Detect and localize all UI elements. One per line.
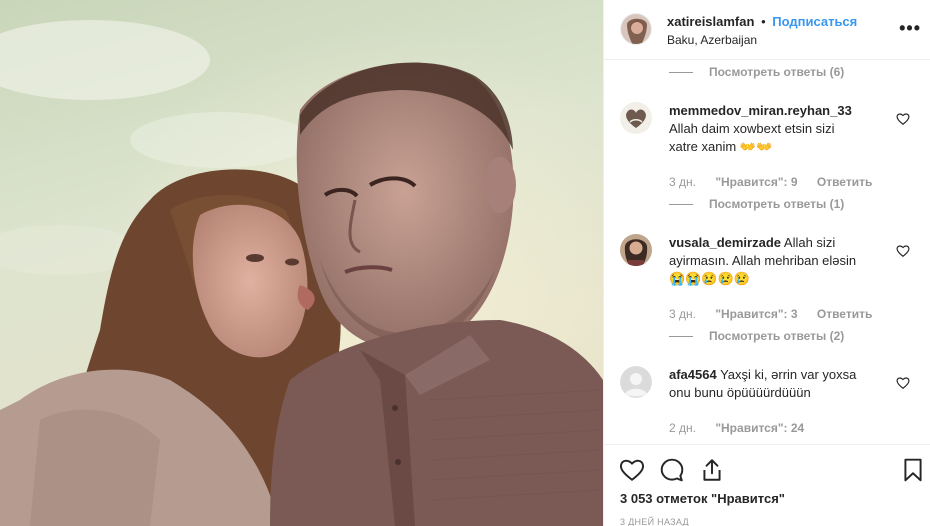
comment-line: onu bunu öpüüüürdüüün xyxy=(669,385,811,400)
post-location[interactable]: Baku, Azerbaijan xyxy=(667,33,757,47)
like-count[interactable]: 3 053 отметок "Нравится" xyxy=(620,491,785,506)
comment-line: ayirmasın. Allah mehriban eləsin xyxy=(669,253,857,268)
comment-age[interactable]: 3 дн. xyxy=(669,307,696,321)
comment-likes[interactable]: "Нравится": 3 xyxy=(715,307,797,321)
comment-line: Allah sizi xyxy=(781,235,836,250)
view-replies-link[interactable]: Посмотреть ответы (1) xyxy=(669,197,844,211)
commenter-avatar[interactable] xyxy=(620,234,652,266)
replies-line-icon xyxy=(669,204,693,206)
follow-button[interactable]: Подписаться xyxy=(772,14,857,29)
comment-age[interactable]: 2 дн. xyxy=(669,421,696,435)
commenter-username[interactable]: afa4564 xyxy=(669,367,717,382)
comment-like-heart-icon[interactable] xyxy=(896,112,910,126)
comment-line: xatre xanim 👐👐 xyxy=(669,139,773,154)
view-replies-link[interactable]: Посмотреть ответы (2) xyxy=(669,329,844,343)
comment-meta: 2 дн. "Нравится": 24 xyxy=(669,421,820,435)
comment-emoji-line: 😭😭😢😢😢 xyxy=(669,271,750,286)
replies-line-icon xyxy=(669,72,693,74)
comment-like-heart-icon[interactable] xyxy=(896,244,910,258)
view-replies-label: Посмотреть ответы (6) xyxy=(709,65,845,79)
comment-meta: 3 дн. "Нравится": 3 Ответить xyxy=(669,307,888,321)
author-avatar[interactable] xyxy=(620,13,652,45)
comment-line: Yaxşi ki, ərrin var yoxsa xyxy=(716,367,857,382)
post-actions: 3 053 отметок "Нравится" 3 ДНЕЙ НАЗАД xyxy=(604,444,930,526)
comments-list[interactable]: Посмотреть ответы (6) memmedov_miran.rey… xyxy=(604,61,930,444)
comment-icon[interactable] xyxy=(659,457,685,483)
heart-icon[interactable] xyxy=(619,457,645,483)
separator-dot: • xyxy=(761,14,766,29)
comment-text: memmedov_miran.reyhan_33 Allah daim xowb… xyxy=(669,102,894,156)
comment-text: afa4564 Yaxşi ki, ərrin var yoxsa onu bu… xyxy=(669,366,894,402)
post-photo xyxy=(0,0,603,526)
post-header: xatireislamfan • Подписаться Baku, Azerb… xyxy=(604,0,930,60)
reply-button[interactable]: Ответить xyxy=(817,175,872,189)
comment-age[interactable]: 3 дн. xyxy=(669,175,696,189)
commenter-avatar[interactable] xyxy=(620,102,652,134)
view-replies-label: Посмотреть ответы (1) xyxy=(709,197,845,211)
author-line: xatireislamfan • Подписаться xyxy=(667,14,857,29)
comment-meta: 3 дн. "Нравится": 9 Ответить xyxy=(669,175,888,189)
view-replies-link[interactable]: Посмотреть ответы (6) xyxy=(669,65,844,79)
bookmark-icon[interactable] xyxy=(900,457,926,483)
comment-like-heart-icon[interactable] xyxy=(896,376,910,390)
comment-text: vusala_demirzade Allah sizi ayirmasın. A… xyxy=(669,234,894,288)
post-timestamp[interactable]: 3 ДНЕЙ НАЗАД xyxy=(620,517,689,526)
post-side-panel: xatireislamfan • Подписаться Baku, Azerb… xyxy=(603,0,930,526)
commenter-username[interactable]: memmedov_miran.reyhan_33 xyxy=(669,103,852,118)
commenter-username[interactable]: vusala_demirzade xyxy=(669,235,781,250)
author-username[interactable]: xatireislamfan xyxy=(667,14,754,29)
replies-line-icon xyxy=(669,336,693,338)
view-replies-label: Посмотреть ответы (2) xyxy=(709,329,845,343)
reply-button[interactable]: Ответить xyxy=(817,307,872,321)
commenter-avatar-default[interactable] xyxy=(620,366,652,398)
comment-line: Allah daim xowbext etsin sizi xyxy=(669,121,835,136)
comment-likes[interactable]: "Нравится": 24 xyxy=(715,421,804,435)
more-options-icon[interactable]: ••• xyxy=(899,18,921,39)
share-icon[interactable] xyxy=(699,457,725,483)
comment-likes[interactable]: "Нравится": 9 xyxy=(715,175,797,189)
